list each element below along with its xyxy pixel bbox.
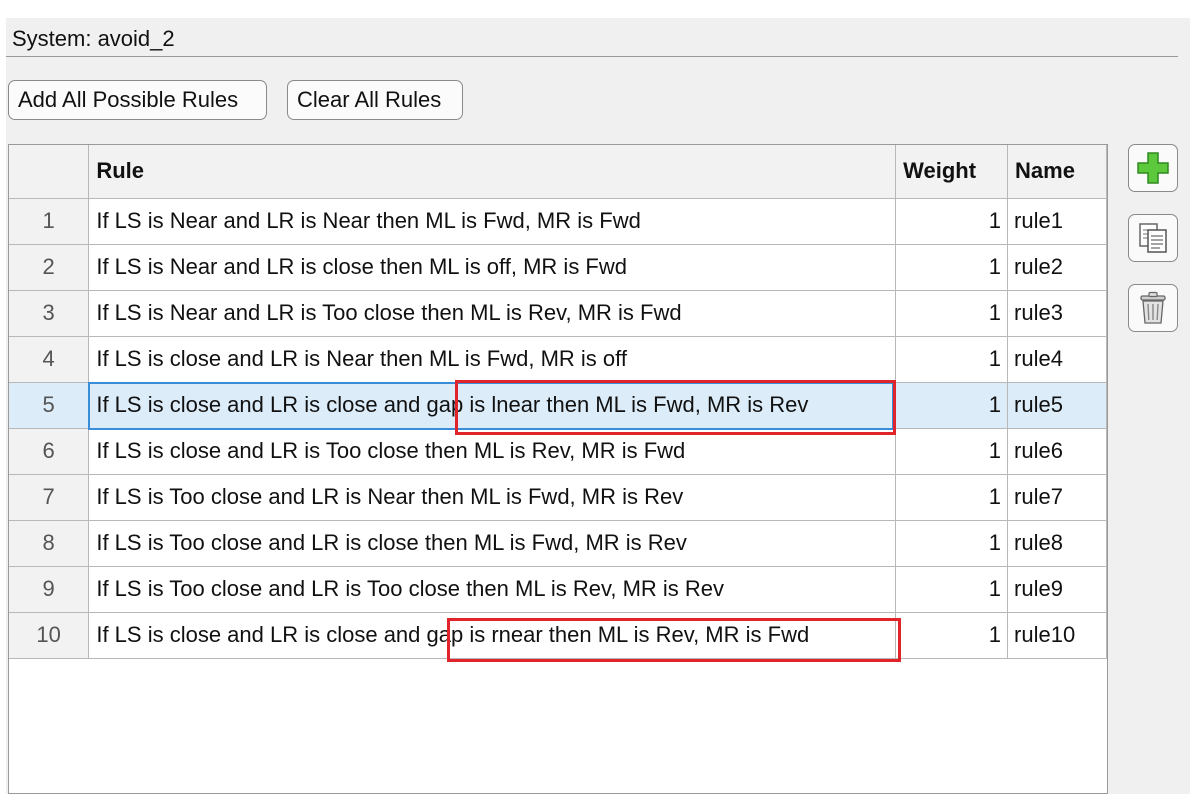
- rule-cell[interactable]: If LS is close and LR is close and gap i…: [88, 612, 897, 659]
- name-column-header[interactable]: Name: [1007, 145, 1107, 199]
- name-cell[interactable]: rule4: [1007, 336, 1107, 383]
- name-cell[interactable]: rule5: [1007, 382, 1107, 429]
- table-row[interactable]: 3 If LS is Near and LR is Too close then …: [9, 290, 1107, 337]
- plus-icon: [1137, 152, 1169, 184]
- row-index-cell: 6: [9, 428, 90, 475]
- rule-editor-panel: System: avoid_2 Add All Possible Rules C…: [6, 18, 1190, 794]
- table-header-row: Rule Weight Name: [9, 145, 1107, 199]
- name-cell[interactable]: rule9: [1007, 566, 1107, 613]
- delete-rule-button[interactable]: [1128, 284, 1178, 332]
- rule-cell[interactable]: If LS is close and LR is Near then ML is…: [88, 336, 897, 383]
- table-row[interactable]: 2 If LS is Near and LR is close then ML i…: [9, 244, 1107, 291]
- copy-rule-button[interactable]: [1128, 214, 1178, 262]
- table-row[interactable]: 5 If LS is close and LR is close and gap …: [9, 382, 1107, 429]
- weight-column-header[interactable]: Weight: [895, 145, 1009, 199]
- table-row[interactable]: 8 If LS is Too close and LR is close then…: [9, 520, 1107, 567]
- rule-cell[interactable]: If LS is Near and LR is close then ML is…: [88, 244, 897, 291]
- row-index-cell: 8: [9, 520, 90, 567]
- table-row[interactable]: 4 If LS is close and LR is Near then ML i…: [9, 336, 1107, 383]
- copy-icon: [1139, 223, 1167, 253]
- table-row[interactable]: 7 If LS is Too close and LR is Near then …: [9, 474, 1107, 521]
- trash-icon: [1140, 291, 1166, 324]
- rule-cell[interactable]: If LS is Too close and LR is Near then M…: [88, 474, 897, 521]
- row-index-cell: 3: [9, 290, 90, 337]
- rule-cell[interactable]: If LS is close and LR is close and gap i…: [88, 382, 897, 429]
- clear-all-rules-button[interactable]: Clear All Rules: [287, 80, 463, 120]
- weight-cell[interactable]: 1: [895, 336, 1009, 383]
- row-index-cell: 10: [9, 612, 90, 659]
- row-index-cell: 9: [9, 566, 90, 613]
- weight-cell[interactable]: 1: [895, 198, 1009, 245]
- system-label: System: avoid_2: [12, 26, 175, 51]
- weight-cell[interactable]: 1: [895, 566, 1009, 613]
- row-index-cell: 7: [9, 474, 90, 521]
- row-index-cell: 1: [9, 198, 90, 245]
- name-cell[interactable]: rule7: [1007, 474, 1107, 521]
- rule-cell[interactable]: If LS is Too close and LR is close then …: [88, 520, 897, 567]
- rules-table: Rule Weight Name 1 If LS is Near and LR i…: [9, 145, 1107, 659]
- rule-cell[interactable]: If LS is close and LR is Too close then …: [88, 428, 897, 475]
- row-index-cell: 5: [9, 382, 90, 429]
- name-cell[interactable]: rule8: [1007, 520, 1107, 567]
- name-cell[interactable]: rule3: [1007, 290, 1107, 337]
- table-row[interactable]: 10 If LS is close and LR is close and gap…: [9, 612, 1107, 659]
- name-cell[interactable]: rule1: [1007, 198, 1107, 245]
- add-all-rules-button[interactable]: Add All Possible Rules: [8, 80, 267, 120]
- table-row[interactable]: 6 If LS is close and LR is Too close then…: [9, 428, 1107, 475]
- weight-cell[interactable]: 1: [895, 612, 1009, 659]
- rule-cell[interactable]: If LS is Near and LR is Too close then M…: [88, 290, 897, 337]
- name-cell[interactable]: rule2: [1007, 244, 1107, 291]
- table-row[interactable]: 9 If LS is Too close and LR is Too close …: [9, 566, 1107, 613]
- table-row[interactable]: 1 If LS is Near and LR is Near then ML is…: [9, 198, 1107, 245]
- weight-cell[interactable]: 1: [895, 474, 1009, 521]
- row-index-cell: 4: [9, 336, 90, 383]
- weight-cell[interactable]: 1: [895, 382, 1009, 429]
- rule-cell[interactable]: If LS is Near and LR is Near then ML is …: [88, 198, 897, 245]
- weight-cell[interactable]: 1: [895, 428, 1009, 475]
- rules-table-container[interactable]: Rule Weight Name 1 If LS is Near and LR i…: [8, 144, 1108, 794]
- weight-cell[interactable]: 1: [895, 290, 1009, 337]
- rule-column-header[interactable]: Rule: [88, 145, 897, 199]
- weight-cell[interactable]: 1: [895, 244, 1009, 291]
- row-index-cell: 2: [9, 244, 90, 291]
- add-rule-button[interactable]: [1128, 144, 1178, 192]
- name-cell[interactable]: rule10: [1007, 612, 1107, 659]
- name-cell[interactable]: rule6: [1007, 428, 1107, 475]
- system-header: System: avoid_2: [6, 18, 1178, 57]
- rule-cell[interactable]: If LS is Too close and LR is Too close t…: [88, 566, 897, 613]
- weight-cell[interactable]: 1: [895, 520, 1009, 567]
- index-column-header: [9, 145, 90, 199]
